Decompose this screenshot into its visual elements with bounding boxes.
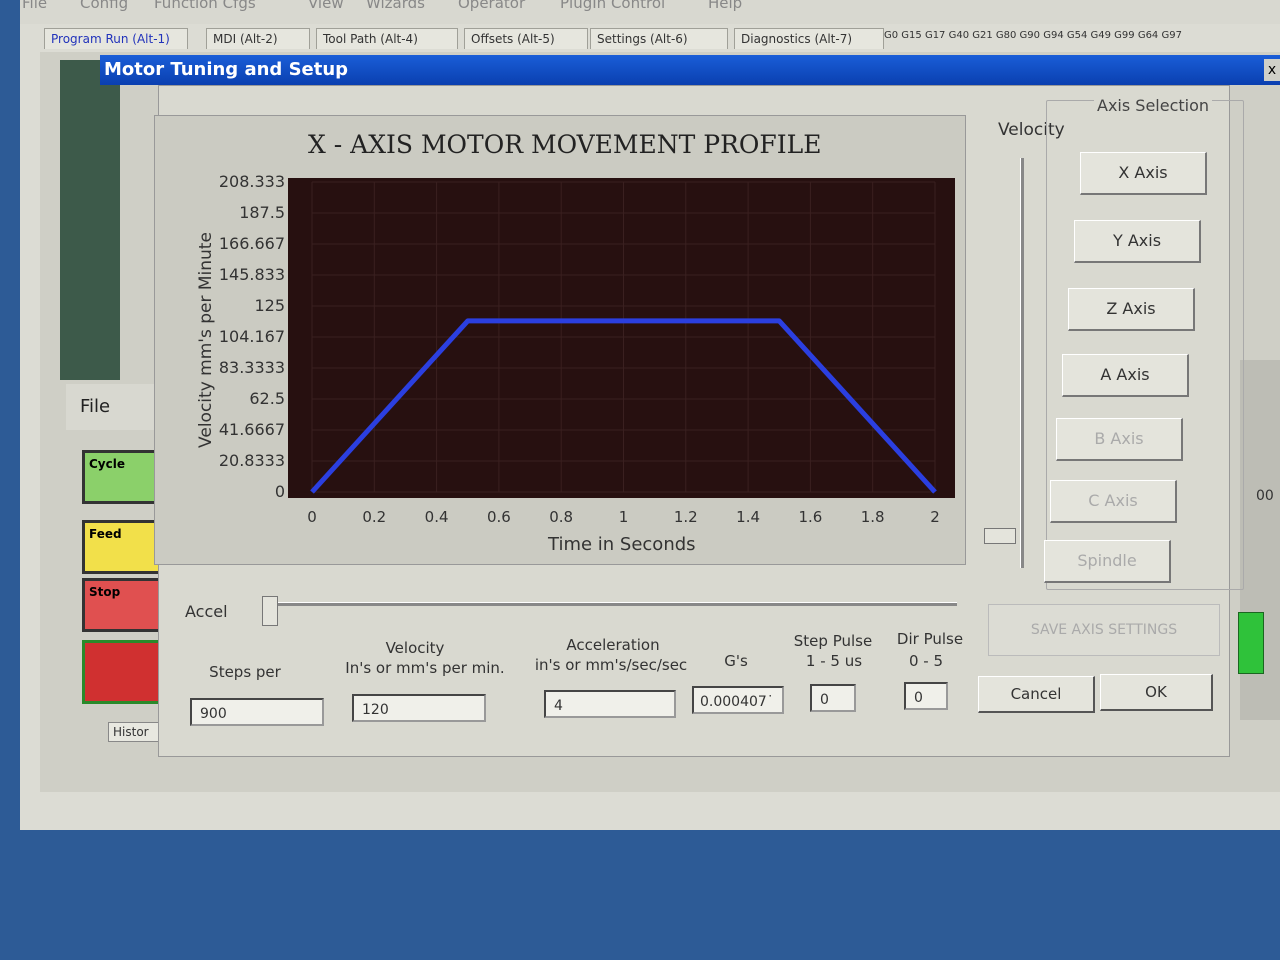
x-tick-label: 0.4	[424, 508, 449, 526]
menu-bar: File Config Function Cfgs View Wizards O…	[20, 0, 1280, 24]
axis-selection-label: Axis Selection	[1094, 96, 1213, 115]
accel-slider-label: Accel	[185, 602, 228, 621]
dir-pulse-range-label: 0 - 5	[908, 652, 944, 670]
y-tick-label: 0	[274, 482, 285, 501]
menu-item[interactable]: Operator	[458, 0, 525, 12]
close-icon[interactable]: x	[1264, 59, 1280, 81]
plot-background	[288, 178, 955, 498]
velocity-profile-plot	[288, 178, 955, 498]
gs-label: G's	[724, 652, 748, 670]
tab-mdi[interactable]: MDI (Alt-2)	[206, 28, 310, 49]
y-tick-label: 208.333	[218, 172, 285, 191]
z-axis-button[interactable]: Z Axis	[1068, 288, 1195, 331]
x-tick-label: 1.4	[736, 508, 761, 526]
cancel-button[interactable]: Cancel	[978, 676, 1095, 713]
x-tick-label: 1.6	[798, 508, 823, 526]
gs-field[interactable]: 0.000407˙	[692, 686, 784, 714]
accel-slider-track[interactable]	[262, 602, 957, 606]
step-pulse-label: Step Pulse	[793, 632, 873, 650]
ok-button[interactable]: OK	[1100, 674, 1213, 711]
x-tick-label: 2	[930, 508, 940, 526]
acceleration-label: Acceleration	[566, 636, 660, 654]
y-tick-label: 62.5	[249, 389, 285, 408]
y-tick-label: 145.833	[218, 265, 285, 284]
x-tick-label: 1	[618, 508, 629, 526]
dir-pulse-label: Dir Pulse	[896, 630, 964, 648]
tab-program-run[interactable]: Program Run (Alt-1)	[44, 28, 188, 49]
y-tick-label: 41.6667	[218, 420, 285, 439]
spindle-button[interactable]: Spindle	[1044, 540, 1171, 583]
x-tick-label: 0.6	[486, 508, 511, 526]
dir-pulse-field[interactable]: 0	[904, 682, 948, 710]
chart-title: X - AXIS MOTOR MOVEMENT PROFILE	[308, 130, 822, 159]
velocity-units-label: In's or mm's per min.	[345, 659, 505, 677]
dialog-title: Motor Tuning and Setup	[100, 55, 1280, 85]
menu-item[interactable]: Config	[80, 0, 128, 12]
acceleration-units-label: in's or mm's/sec/sec	[534, 656, 688, 674]
x-tick-label: 0.8	[549, 508, 574, 526]
x-tick-label: 0.2	[362, 508, 387, 526]
y-tick-label: 20.8333	[218, 451, 285, 470]
y-axis-button[interactable]: Y Axis	[1074, 220, 1201, 263]
y-tick-label: 166.667	[218, 234, 285, 253]
menu-item[interactable]: View	[308, 0, 344, 12]
accel-slider-thumb[interactable]	[262, 596, 278, 626]
x-tick-label: 0	[307, 508, 317, 526]
save-axis-settings-button[interactable]: SAVE AXIS SETTINGS	[988, 604, 1220, 656]
steps-per-field[interactable]: 900	[190, 698, 324, 726]
x-axis-label: Time in Seconds	[548, 534, 696, 555]
velocity-slider-thumb[interactable]	[984, 528, 1016, 544]
menu-item[interactable]: Function Cfgs	[154, 0, 256, 12]
c-axis-button[interactable]: C Axis	[1050, 480, 1177, 523]
tab-offsets[interactable]: Offsets (Alt-5)	[464, 28, 588, 49]
step-pulse-field[interactable]: 0	[810, 684, 856, 712]
velocity-field[interactable]: 120	[352, 694, 486, 722]
x-axis-button[interactable]: X Axis	[1080, 152, 1207, 195]
menu-item[interactable]: PlugIn Control	[560, 0, 665, 12]
tab-diagnostics[interactable]: Diagnostics (Alt-7)	[734, 28, 884, 49]
velocity-label: Velocity	[385, 639, 445, 657]
menu-item[interactable]: Wizards	[366, 0, 425, 12]
velocity-slider-track[interactable]	[1020, 158, 1024, 568]
b-axis-button[interactable]: B Axis	[1056, 418, 1183, 461]
tab-settings[interactable]: Settings (Alt-6)	[590, 28, 728, 49]
gcode-status: G0 G15 G17 G40 G21 G80 G90 G94 G54 G49 G…	[884, 30, 1182, 41]
x-tick-label: 1.2	[673, 508, 698, 526]
y-tick-label: 83.3333	[218, 358, 285, 377]
y-tick-label: 104.167	[218, 327, 285, 346]
step-pulse-range-label: 1 - 5 us	[805, 652, 863, 670]
y-tick-label: 125	[254, 296, 285, 315]
menu-item[interactable]: Help	[708, 0, 742, 12]
a-axis-button[interactable]: A Axis	[1062, 354, 1189, 397]
y-tick-label: 187.5	[239, 203, 285, 222]
tab-tool-path[interactable]: Tool Path (Alt-4)	[316, 28, 458, 49]
x-tick-label: 1.8	[860, 508, 885, 526]
acceleration-field[interactable]: 4	[544, 690, 676, 718]
menu-item[interactable]: File	[22, 0, 47, 12]
screen-tabs: Program Run (Alt-1) MDI (Alt-2) Tool Pat…	[44, 28, 1280, 50]
steps-per-label: Steps per	[209, 663, 281, 681]
